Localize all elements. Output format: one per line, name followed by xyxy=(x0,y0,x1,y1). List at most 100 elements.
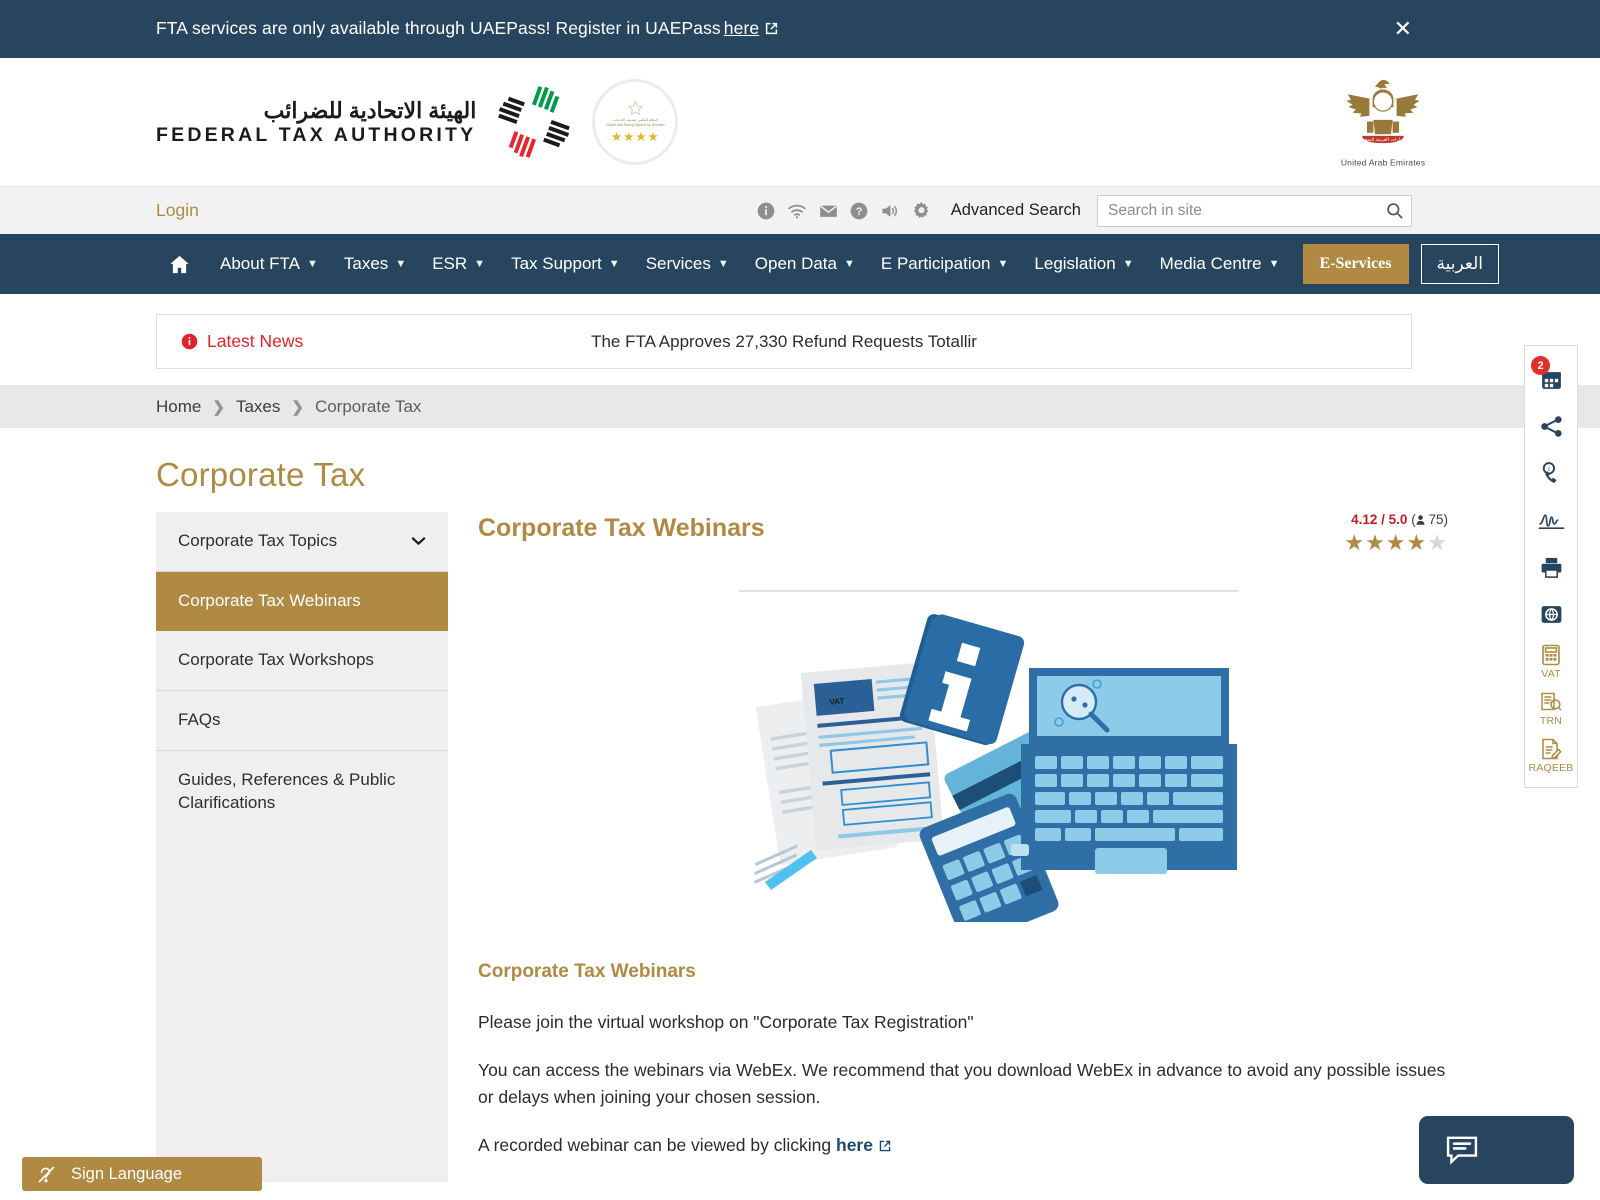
chat-widget-button[interactable] xyxy=(1419,1116,1574,1184)
nav-item-esr[interactable]: ESR ▼ xyxy=(419,234,498,294)
globe-icon[interactable] xyxy=(1524,591,1578,638)
gear-icon[interactable] xyxy=(906,198,937,224)
calendar-icon[interactable]: 2 xyxy=(1524,356,1578,403)
external-link-icon xyxy=(878,1134,892,1160)
breadcrumb-item-current: Corporate Tax xyxy=(314,396,422,416)
raqeeb-icon[interactable]: RAQEEB xyxy=(1524,732,1578,779)
sidebar-item-label: Corporate Tax Topics xyxy=(178,531,338,550)
advanced-search-link[interactable]: Advanced Search xyxy=(951,201,1081,220)
chevron-down-icon: ▼ xyxy=(997,258,1009,270)
nav-item-taxes[interactable]: Taxes ▼ xyxy=(331,234,419,294)
star-filled[interactable]: ★ xyxy=(1344,530,1365,555)
nav-item-tax-support[interactable]: Tax Support ▼ xyxy=(498,234,633,294)
external-link-icon xyxy=(764,20,779,41)
sidebar-item-label: Guides, References & Public Clarificatio… xyxy=(178,769,396,812)
chevron-down-icon: ▼ xyxy=(1268,258,1280,270)
sidebar-item-corporate-tax-webinars[interactable]: Corporate Tax Webinars xyxy=(156,571,448,631)
nav-item-open-data[interactable]: Open Data ▼ xyxy=(742,234,868,294)
nav-label: Services xyxy=(645,254,711,273)
nav-label: Tax Support xyxy=(511,254,602,273)
fta-pinwheel-icon xyxy=(494,82,574,162)
sidebar-item-label: Corporate Tax Workshops xyxy=(178,649,374,669)
sidebar-item-guides-references[interactable]: Guides, References & Public Clarificatio… xyxy=(156,751,448,833)
breadcrumb-bar: Home ❯ Taxes ❯ Corporate Tax xyxy=(0,385,1600,428)
announcement-text: FTA services are only available through … xyxy=(156,18,779,41)
sidebar-item-corporate-tax-topics[interactable]: Corporate Tax Topics xyxy=(156,512,448,572)
fta-logo-arabic: الهيئة الاتحادية للضرائب xyxy=(263,97,477,123)
page-title: Corporate Tax xyxy=(156,456,366,493)
article-heading: Corporate Tax Webinars xyxy=(478,961,696,982)
article-paragraph-3: A recorded webinar can be viewed by clic… xyxy=(478,1132,1448,1160)
nav-item-legislation[interactable]: Legislation ▼ xyxy=(1021,234,1146,294)
nav-items: About FTA ▼ Taxes ▼ ESR ▼ Tax Support ▼ … xyxy=(156,234,1499,294)
utility-actions: ? Advanced Search xyxy=(751,194,1412,227)
print-icon[interactable] xyxy=(1524,544,1578,591)
chevron-right-icon: ❯ xyxy=(212,398,225,416)
e-services-button[interactable]: E-Services xyxy=(1302,244,1409,284)
star-filled[interactable]: ★ xyxy=(1365,530,1386,555)
home-icon[interactable] xyxy=(156,234,207,294)
content-header: Corporate Tax Webinars 4.12 / 5.0 ( 75) … xyxy=(478,512,1600,556)
vat-calculator-icon[interactable]: VAT xyxy=(1524,638,1578,685)
wifi-icon[interactable] xyxy=(782,198,813,224)
breadcrumb-item-home[interactable]: Home xyxy=(156,397,201,417)
chat-bubble-icon xyxy=(1446,1136,1478,1165)
speaker-icon[interactable] xyxy=(875,198,906,224)
nav-item-e-participation[interactable]: E Participation ▼ xyxy=(868,234,1022,294)
uaepass-register-link[interactable]: here xyxy=(724,18,759,38)
news-headline[interactable]: The FTA Approves 27,330 Refund Requests … xyxy=(157,332,1411,352)
nav-label: E Participation xyxy=(880,254,991,273)
user-icon xyxy=(1416,515,1425,525)
sidebar-item-corporate-tax-workshops[interactable]: Corporate Tax Workshops xyxy=(156,631,448,691)
star-filled[interactable]: ★ xyxy=(1407,530,1428,555)
question-icon[interactable]: ? xyxy=(844,198,875,224)
search-button[interactable] xyxy=(1377,196,1411,226)
quick-tools-rail: 2 i VAT TRN RAQEEB xyxy=(1524,345,1578,788)
signature-icon[interactable] xyxy=(1524,497,1578,544)
sign-language-label: Sign Language xyxy=(71,1164,183,1183)
recorded-webinar-link[interactable]: here xyxy=(836,1135,873,1155)
nav-label: Taxes xyxy=(343,254,389,273)
sign-language-button[interactable]: Sign Language xyxy=(22,1157,262,1191)
chevron-down-icon: ▼ xyxy=(608,258,620,270)
latest-news-label[interactable]: Latest News xyxy=(181,331,303,352)
sidebar-item-faqs[interactable]: FAQs xyxy=(156,691,448,751)
info-icon[interactable] xyxy=(751,198,782,224)
trn-label: TRN xyxy=(1539,715,1563,727)
nav-label: Media Centre xyxy=(1159,254,1262,273)
breadcrumb-item-taxes[interactable]: Taxes xyxy=(236,397,280,417)
svg-text:الإمارات العربية المتحدة: الإمارات العربية المتحدة xyxy=(1359,137,1407,143)
alert-info-icon xyxy=(181,333,198,350)
sidebar-filler xyxy=(156,832,448,1165)
chevron-down-icon: ▼ xyxy=(1122,258,1134,270)
global-star-rating-badge: النظام العالمي لتصنيف الخدمات Global Sta… xyxy=(592,79,679,165)
nav-label: Open Data xyxy=(754,254,837,273)
share-icon[interactable] xyxy=(1524,403,1578,450)
star-filled[interactable]: ★ xyxy=(1386,530,1407,555)
nav-item-services[interactable]: Services ▼ xyxy=(633,234,742,294)
nav-label: ESR xyxy=(432,254,468,273)
rating-count-value: 75 xyxy=(1428,512,1444,527)
search-input[interactable] xyxy=(1098,195,1377,226)
fta-logo[interactable]: الهيئة الاتحادية للضرائب FEDERAL TAX AUT… xyxy=(156,79,679,165)
support-phone-icon[interactable]: i xyxy=(1524,450,1578,497)
star-empty[interactable]: ★ xyxy=(1427,530,1448,555)
rating-score-line: 4.12 / 5.0 ( 75) xyxy=(1344,512,1448,527)
fta-wordmark: الهيئة الاتحادية للضرائب FEDERAL TAX AUT… xyxy=(156,97,476,148)
nav-item-media-centre[interactable]: Media Centre ▼ xyxy=(1147,234,1293,294)
raqeeb-label: RAQEEB xyxy=(1528,762,1574,774)
envelope-icon[interactable] xyxy=(813,198,844,224)
close-announcement-button[interactable]: ✕ xyxy=(1394,18,1412,40)
utility-bar: Login ? Advanced Search xyxy=(0,186,1600,234)
nav-label: About FTA xyxy=(220,254,300,273)
content-heading: Corporate Tax Webinars xyxy=(478,514,765,542)
nav-item-about-fta[interactable]: About FTA ▼ xyxy=(207,234,331,294)
svg-text:?: ? xyxy=(856,206,863,218)
announcement-bar: FTA services are only available through … xyxy=(0,0,1600,58)
content-area: Corporate Tax Topics Corporate Tax Webin… xyxy=(156,512,1600,1182)
login-link[interactable]: Login xyxy=(156,200,199,221)
rating-stars[interactable]: ★★★★★ xyxy=(1344,530,1448,556)
webinar-illustration: VAT xyxy=(753,614,1237,945)
trn-verify-icon[interactable]: TRN xyxy=(1524,685,1578,732)
language-switch-arabic[interactable]: العربية xyxy=(1420,244,1499,284)
